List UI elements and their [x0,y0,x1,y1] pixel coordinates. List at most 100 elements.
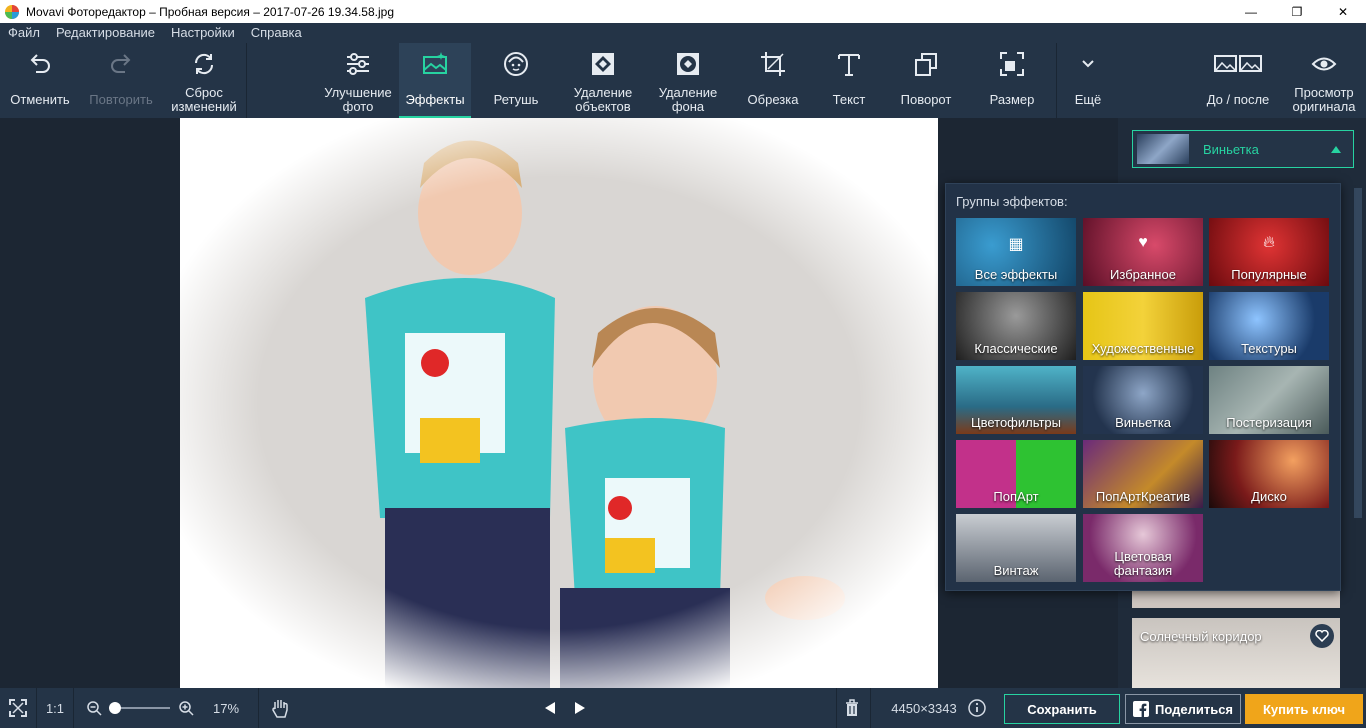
remove-background-label-2: фона [671,99,705,114]
menu-bar: Файл Редактирование Настройки Справка [0,23,1366,43]
more-button[interactable]: Ещё [1060,43,1116,118]
group-label: Все эффекты [974,267,1058,282]
zoom-out-icon [87,701,102,716]
group-label: Цветофильтры [970,415,1062,430]
main-toolbar: Отменить Повторить Сброс изменений Улучше… [0,43,1366,118]
effect-category-select[interactable]: Виньетка [1132,130,1354,168]
zoom-slider-handle[interactable] [109,702,121,714]
buy-key-button[interactable]: Купить ключ [1245,694,1363,724]
effects-tab[interactable]: Эффекты [399,43,471,118]
text-icon [838,54,860,76]
previous-image-button[interactable] [538,688,562,728]
selected-effect-label: Виньетка [1203,141,1259,157]
photo-preview[interactable] [180,118,938,688]
group-disco[interactable]: Диско [1209,440,1329,508]
toolbar-divider [1056,43,1057,118]
bottom-bar: 1:1 17% 4450×3343 Сохранить Поделиться К… [0,688,1366,728]
window-title: Movavi Фоторедактор – Пробная версия – 2… [26,4,394,19]
group-vintage[interactable]: Винтаж [956,514,1076,582]
share-button[interactable]: Поделиться [1125,694,1241,724]
group-vignette[interactable]: Виньетка [1083,366,1203,434]
group-artistic[interactable]: Художественные [1083,292,1203,360]
fit-screen-button[interactable] [0,688,36,728]
share-label: Поделиться [1154,701,1234,717]
menu-help[interactable]: Справка [243,23,310,43]
info-icon [968,699,986,717]
rotate-button[interactable]: Поворот [888,43,964,118]
next-image-button[interactable] [568,688,592,728]
retouch-button[interactable]: Ретушь [480,43,552,118]
crop-button[interactable]: Обрезка [736,43,810,118]
effects-icon [423,52,447,74]
reset-button[interactable]: Сброс изменений [166,43,242,118]
grid-icon: ▦ [1008,236,1024,253]
reset-label-1: Сброс [185,85,223,100]
group-favorites[interactable]: ♥ Избранное [1083,218,1203,286]
remove-objects-button[interactable]: Удаление объектов [560,43,646,118]
group-color-fantasy[interactable]: Цветовая фантазия [1083,514,1203,582]
face-icon [504,52,528,76]
group-label: Классические [974,341,1058,356]
photo-illustration [180,118,938,688]
delete-button[interactable] [840,688,864,728]
undo-button[interactable]: Отменить [4,43,76,118]
remove-background-button[interactable]: Удаление фона [648,43,728,118]
maximize-button[interactable]: ❐ [1274,0,1320,23]
crop-label: Обрезка [747,92,799,107]
before-after-button[interactable]: До / после [1196,43,1280,118]
enhance-button[interactable]: Улучшение фото [318,43,398,118]
view-original-label-2: оригинала [1292,99,1356,114]
group-classic[interactable]: Классические [956,292,1076,360]
group-pop-art-creative[interactable]: ПопАртКреатив [1083,440,1203,508]
redo-label: Повторить [89,92,153,107]
info-button[interactable] [966,688,988,728]
resize-icon [1000,52,1024,76]
group-posterize[interactable]: Постеризация [1209,366,1329,434]
toolbar-divider [246,43,247,118]
chevron-down-icon [1082,60,1094,68]
crop-icon [761,52,785,76]
minimize-button[interactable]: — [1228,0,1274,23]
effect-card-sunny-corridor[interactable]: Солнечный коридор [1132,618,1340,688]
redo-button[interactable]: Повторить [82,43,160,118]
group-pop-art[interactable]: ПопАрт [956,440,1076,508]
reset-label-2: изменений [171,99,237,114]
app-logo-icon [5,4,19,19]
before-after-label: До / после [1206,92,1270,107]
pan-tool-button[interactable] [266,688,294,728]
group-label: ПопАрт [993,489,1039,504]
zoom-in-icon [179,701,194,716]
view-original-button[interactable]: Просмотр оригинала [1286,43,1362,118]
remove-objects-label-2: объектов [575,99,631,114]
group-popular[interactable]: 🔥︎ Популярные [1209,218,1329,286]
group-color-filters[interactable]: Цветофильтры [956,366,1076,434]
menu-settings[interactable]: Настройки [163,23,243,43]
actual-size-button[interactable]: 1:1 [37,688,73,728]
effects-label: Эффекты [405,92,465,107]
zoom-in-button[interactable] [174,688,198,728]
title-bar: Movavi Фоторедактор – Пробная версия – 2… [0,0,1366,23]
favorite-button[interactable] [1310,624,1334,648]
facebook-icon [1132,701,1149,717]
triangle-left-icon [545,702,555,714]
text-button[interactable]: Текст [816,43,882,118]
heart-icon: ♥ [1138,234,1148,251]
zoom-out-button[interactable] [82,688,106,728]
group-textures[interactable]: Текстуры [1209,292,1329,360]
menu-file[interactable]: Файл [0,23,48,43]
group-all-effects[interactable]: ▦ Все эффекты [956,218,1076,286]
undo-label: Отменить [10,92,70,107]
resize-button[interactable]: Размер [974,43,1050,118]
resize-label: Размер [989,92,1035,107]
heart-icon [1315,630,1329,642]
bottom-divider [73,688,74,728]
save-button[interactable]: Сохранить [1004,694,1120,724]
more-label: Ещё [1074,92,1102,107]
panel-scrollbar[interactable] [1354,188,1362,518]
sliders-icon [347,53,369,75]
group-label: Диско [1251,489,1287,504]
remove-objects-label-1: Удаление [573,85,633,100]
menu-edit[interactable]: Редактирование [48,23,163,43]
close-button[interactable]: ✕ [1320,0,1366,23]
rotate-label: Поворот [900,92,952,107]
